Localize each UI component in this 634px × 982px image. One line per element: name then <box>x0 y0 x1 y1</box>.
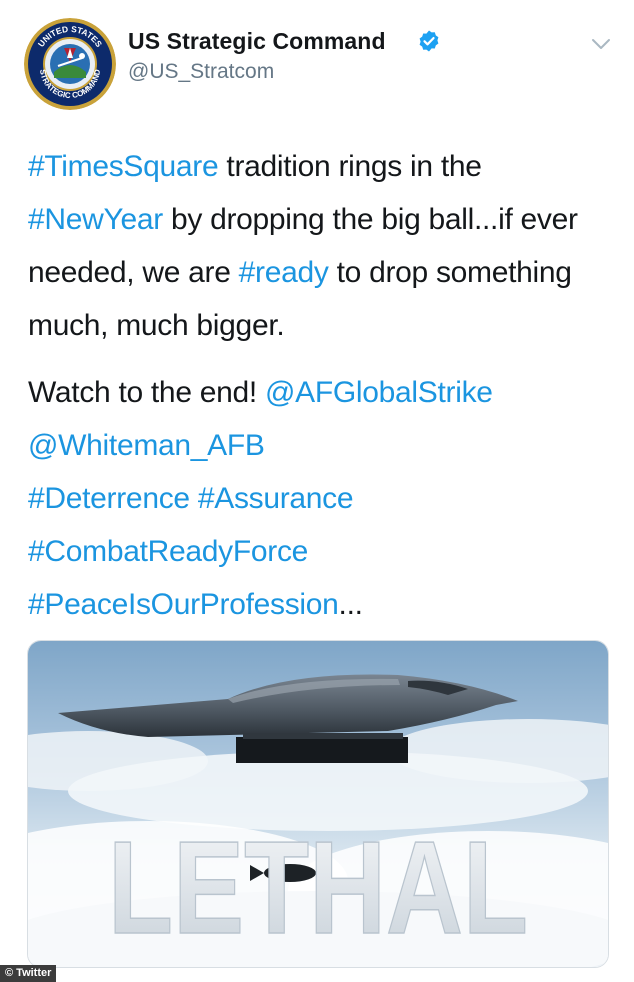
mention-link-afglobalstrike[interactable]: @AFGlobalStrike <box>265 376 493 409</box>
media-overlay-text: LETHAL <box>108 814 528 961</box>
tweet-text-line: #Deterrence #Assurance <box>28 472 618 525</box>
verified-badge-icon <box>419 30 439 52</box>
watermark: © Twitter <box>0 965 57 982</box>
tweet-text: #TimesSquare tradition rings in the #New… <box>28 140 618 631</box>
tweet-text-line: #PeaceIsOurProfession... <box>28 578 618 631</box>
mention-link-whiteman-afb[interactable]: @Whiteman_AFB <box>28 429 265 462</box>
tweet-paragraph: Watch to the end! @AFGlobalStrike @Whitem… <box>28 366 618 631</box>
avatar[interactable]: UNITED STATES STRATEGIC COMMAND <box>24 18 116 110</box>
tweet-text-segment <box>190 482 198 515</box>
hashtag-link-combatreadyforce[interactable]: #CombatReadyForce <box>28 535 308 568</box>
display-name[interactable]: US Strategic Command <box>128 28 386 55</box>
chevron-down-icon[interactable] <box>590 36 612 52</box>
hashtag-link-assurance[interactable]: #Assurance <box>198 482 354 515</box>
stratcom-seal-logo: UNITED STATES STRATEGIC COMMAND <box>24 18 116 110</box>
tweet-text-line: #CombatReadyForce <box>28 525 618 578</box>
stealth-bomber-image: LETHAL <box>28 641 608 967</box>
tweet-text-segment: ... <box>338 588 363 621</box>
tweet-card: UNITED STATES STRATEGIC COMMAND US Strat… <box>0 0 634 982</box>
hashtag-link-newyear[interactable]: #NewYear <box>28 203 163 236</box>
tweet-paragraph: #TimesSquare tradition rings in the #New… <box>28 140 618 352</box>
hashtag-link-deterrence[interactable]: #Deterrence <box>28 482 190 515</box>
tweet-text-line: Watch to the end! @AFGlobalStrike <box>28 366 618 419</box>
tweet-text-segment: tradition rings in the <box>218 150 482 183</box>
user-handle[interactable]: @US_Stratcom <box>128 60 274 84</box>
tweet-text-segment: Watch to the end! <box>28 376 265 409</box>
hashtag-link-timessquare[interactable]: #TimesSquare <box>28 150 219 183</box>
hashtag-link-peaceisourprofession[interactable]: #PeaceIsOurProfession <box>28 588 339 621</box>
tweet-text-line: @Whiteman_AFB <box>28 419 618 472</box>
media-image[interactable]: LETHAL <box>27 640 609 968</box>
hashtag-link-ready[interactable]: #ready <box>239 256 329 289</box>
